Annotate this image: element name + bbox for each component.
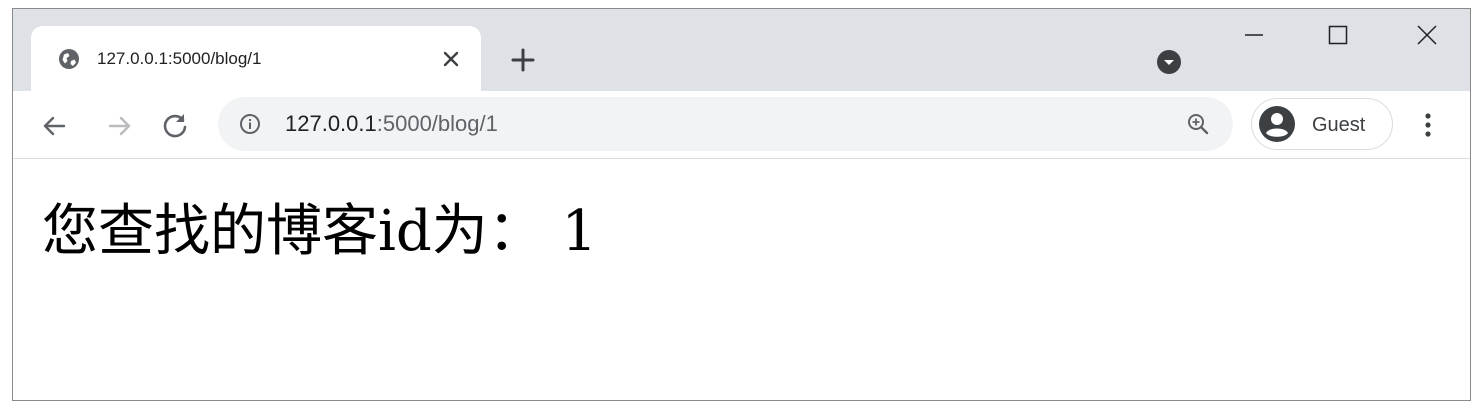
page-content: 您查找的博客id为： 1 bbox=[13, 159, 1470, 400]
site-info-icon[interactable] bbox=[239, 113, 261, 135]
back-arrow-icon[interactable] bbox=[39, 111, 69, 141]
more-menu-icon[interactable] bbox=[1417, 110, 1439, 140]
url-host: 127.0.0.1 bbox=[285, 111, 377, 136]
reload-icon[interactable] bbox=[160, 111, 190, 141]
tab-search-icon[interactable] bbox=[1156, 49, 1182, 75]
zoom-icon[interactable] bbox=[1186, 112, 1210, 136]
url-text[interactable]: 127.0.0.1:5000/blog/1 bbox=[285, 111, 498, 137]
close-tab-icon[interactable] bbox=[438, 46, 464, 72]
globe-icon bbox=[59, 49, 79, 69]
url-path: :5000/blog/1 bbox=[376, 111, 498, 136]
browser-toolbar: 127.0.0.1:5000/blog/1 Guest bbox=[13, 91, 1470, 159]
avatar-icon bbox=[1259, 106, 1295, 142]
new-tab-icon[interactable] bbox=[508, 45, 538, 75]
maximize-icon[interactable] bbox=[1326, 23, 1350, 47]
browser-window: 127.0.0.1:5000/blog/1 127.0.0.1:5000/blo… bbox=[12, 8, 1471, 401]
tab-strip: 127.0.0.1:5000/blog/1 bbox=[13, 9, 1470, 91]
tab-title: 127.0.0.1:5000/blog/1 bbox=[97, 49, 262, 68]
page-heading: 您查找的博客id为： 1 bbox=[42, 199, 598, 264]
profile-label: Guest bbox=[1312, 114, 1366, 136]
active-tab[interactable]: 127.0.0.1:5000/blog/1 bbox=[31, 26, 481, 91]
window-close-icon[interactable] bbox=[1415, 23, 1439, 47]
address-bar[interactable]: 127.0.0.1:5000/blog/1 bbox=[218, 97, 1233, 151]
profile-button[interactable]: Guest bbox=[1251, 98, 1393, 150]
forward-arrow-icon[interactable] bbox=[105, 111, 135, 141]
minimize-icon[interactable] bbox=[1242, 23, 1266, 47]
